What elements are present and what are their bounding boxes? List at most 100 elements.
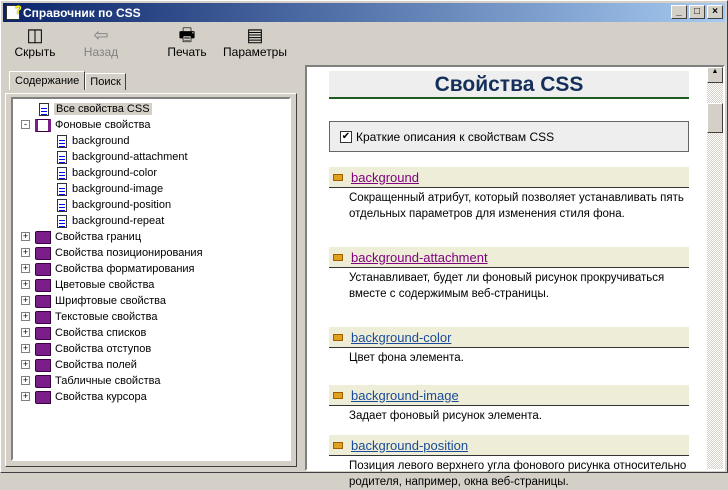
expand-icon[interactable]: + [21,376,30,385]
expand-icon[interactable]: + [21,328,30,337]
tree-item-label: Текстовые свойства [55,311,158,323]
checkbox[interactable]: ✔ [340,130,352,143]
book-icon [35,374,51,388]
property-entry: background Сокращенный атрибут, который п… [329,167,689,222]
tree-item[interactable]: - Фоновые свойства [21,117,150,133]
property-link[interactable]: background-image [351,388,459,403]
property-link[interactable]: background-color [351,330,451,345]
page-icon [39,102,49,116]
folder-icon [333,333,343,341]
folder-icon [333,391,343,399]
tree-item[interactable]: Все свойства CSS [39,101,152,117]
property-description: Сокращенный атрибут, который позволяет у… [349,192,684,220]
tree-item-label: Свойства отступов [55,343,152,355]
options-button[interactable]: ▤ Параметры [223,25,287,65]
property-entry: background-attachment Устанавливает, буде… [329,247,689,302]
tree-item-label: background-image [72,183,164,195]
page-icon [57,214,67,228]
tree-item[interactable]: background-image [57,181,163,197]
book-icon [35,326,51,340]
property-description: Позиция левого верхнего угла фонового ри… [349,460,687,488]
book-icon [35,246,51,260]
expand-icon[interactable]: + [21,264,30,273]
tree-item-label: background-repeat [72,215,165,227]
page-icon [57,198,67,212]
collapse-icon[interactable]: - [21,120,30,129]
book-icon [35,294,51,308]
tree-item[interactable]: + Свойства отступов [21,341,152,357]
tree-item-label: Свойства списков [55,327,147,339]
book-icon [35,278,51,292]
expand-icon[interactable]: + [21,280,30,289]
tree-item-label: background-color [72,167,157,179]
maximize-button[interactable]: □ [689,5,705,19]
property-header: background-color [329,327,689,348]
hide-button[interactable]: ◫ Скрыть [5,25,65,65]
tree-item-label: background [72,135,130,147]
tree-item-label: Свойства границ [55,231,142,243]
tree-item[interactable]: + Свойства границ [21,229,142,245]
tree-item[interactable]: background-repeat [57,213,164,229]
property-description: Устанавливает, будет ли фоновый рисунок … [349,272,665,300]
tree-item[interactable]: + Свойства полей [21,357,137,373]
property-header: background-position [329,435,689,456]
page-icon [57,166,67,180]
property-entry: background-image Задает фоновый рисунок э… [329,385,689,424]
tree-item[interactable]: background [57,133,130,149]
print-button[interactable]: 🖶 Печать [157,25,217,65]
expand-icon[interactable]: + [21,392,30,401]
tree-item[interactable]: + Табличные свойства [21,373,160,389]
page-icon [57,150,67,164]
expand-icon[interactable]: + [21,344,30,353]
window-title: Справочник по CSS [23,5,141,20]
expand-icon[interactable]: + [21,296,30,305]
tree-item[interactable]: + Шрифтовые свойства [21,293,166,309]
expand-icon[interactable]: + [21,232,30,241]
tree-item-label: Цветовые свойства [55,279,155,291]
tree-item[interactable]: + Свойства списков [21,325,147,341]
property-link[interactable]: background [351,170,419,185]
property-link[interactable]: background-attachment [351,250,488,265]
property-header: background-image [329,385,689,406]
tree-item-label: Свойства форматирования [55,263,195,275]
contents-tree[interactable]: Все свойства CSS - Фоновые свойства backgro… [11,97,291,461]
tree-item[interactable]: + Свойства позиционирования [21,245,203,261]
expand-icon[interactable]: + [21,312,30,321]
expand-icon[interactable]: + [21,360,30,369]
tree-item-label: background-attachment [72,151,188,163]
back-arrow-icon: ⇦ [93,25,109,45]
scroll-up-button[interactable]: ▲ [707,67,723,83]
book-icon [35,262,51,276]
property-link[interactable]: background-position [351,438,468,453]
property-description: Цвет фона элемента. [349,352,464,364]
book-icon [35,310,51,324]
hide-icon: ◫ [26,25,44,45]
tree-item[interactable]: + Цветовые свойства [21,277,155,293]
tree-item-label: Шрифтовые свойства [55,295,166,307]
tree-item-label: Свойства позиционирования [55,247,203,259]
help-app-icon [6,3,22,20]
tree-item-label: Свойства полей [55,359,137,371]
page-icon [57,134,67,148]
tab-search[interactable]: Поиск [85,73,126,90]
back-button[interactable]: ⇦ Назад [71,25,131,65]
tree-item[interactable]: background-position [57,197,171,213]
expand-icon[interactable]: + [21,248,30,257]
tree-item-label: background-position [72,199,172,211]
property-description: Задает фоновый рисунок элемента. [349,410,542,422]
book-icon [35,390,51,404]
minimize-button[interactable]: _ [671,5,687,19]
vertical-scrollbar[interactable]: ▲ [707,67,723,469]
tree-item[interactable]: + Свойства курсора [21,389,147,405]
tree-item[interactable]: background-color [57,165,157,181]
tree-item[interactable]: background-attachment [57,149,188,165]
page-icon [57,182,67,196]
close-button[interactable]: × [707,5,723,19]
tree-item[interactable]: + Текстовые свойства [21,309,158,325]
scroll-thumb[interactable] [707,103,723,133]
folder-icon [333,173,343,181]
short-descriptions-toggle[interactable]: ✔ Краткие описания к свойствам CSS [329,121,689,152]
tree-item[interactable]: + Свойства форматирования [21,261,195,277]
tab-contents[interactable]: Содержание [9,71,86,90]
property-header: background-attachment [329,247,689,268]
